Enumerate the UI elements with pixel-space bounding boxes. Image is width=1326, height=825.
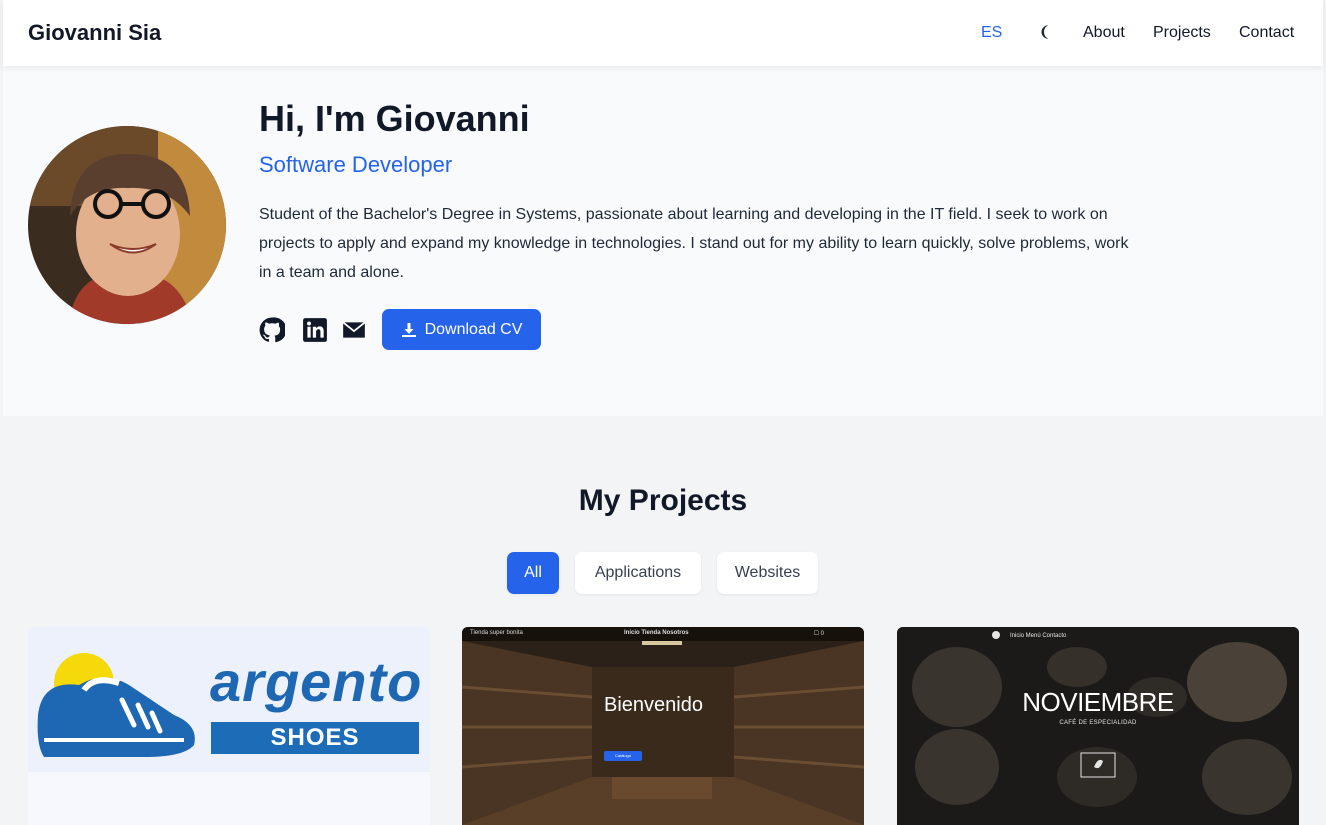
project-card-store[interactable]: Tienda super bonita Inicio Tienda Nosotr… xyxy=(462,627,864,825)
store-brand: Tienda super bonita xyxy=(470,630,523,636)
store-nav: Inicio Tienda Nosotros xyxy=(624,630,689,636)
hero-section: Hi, I'm Giovanni Software Developer Stud… xyxy=(3,66,1323,416)
cafe-title: NOVIEMBRE xyxy=(1022,687,1174,717)
store-cart: ☐ 0 xyxy=(813,631,824,637)
download-icon xyxy=(401,322,416,337)
download-cv-label: Download CV xyxy=(424,320,523,338)
filter-all-button[interactable]: All xyxy=(507,552,559,594)
store-screenshot-image xyxy=(462,627,864,825)
store-catalog-button: Catálogo xyxy=(604,751,642,761)
hero-bio: Student of the Bachelor's Degree in Syst… xyxy=(259,206,1129,281)
linkedin-icon[interactable] xyxy=(302,317,328,343)
projects-title: My Projects xyxy=(578,484,748,517)
nav-link-contact[interactable]: Contact xyxy=(1239,24,1294,42)
card-blur-area xyxy=(28,772,430,825)
download-cv-button[interactable]: Download CV xyxy=(382,309,541,350)
profile-avatar xyxy=(28,126,226,324)
project-card-cafe[interactable]: Inicio Menú Contacto NOVIEMBRE CAFÉ DE E… xyxy=(897,627,1299,825)
nav-link-about[interactable]: About xyxy=(1083,24,1125,42)
filter-applications-button[interactable]: Applications xyxy=(575,552,701,594)
shoes-logo-bar: SHOES xyxy=(211,722,419,754)
store-title: Bienvenido xyxy=(604,694,703,716)
filter-websites-button[interactable]: Websites xyxy=(717,552,818,594)
cafe-nav: Inicio Menú Contacto xyxy=(1010,633,1067,639)
shoe-logo-icon xyxy=(37,653,195,757)
project-card-argento[interactable]: argento SHOES xyxy=(28,627,430,825)
language-toggle[interactable]: ES xyxy=(981,24,1002,42)
moon-icon[interactable] xyxy=(1037,23,1055,41)
cafe-screenshot-image xyxy=(897,627,1299,825)
navbar: Giovanni Sia ES About Projects Contact xyxy=(3,0,1323,66)
site-brand[interactable]: Giovanni Sia xyxy=(28,20,161,46)
store-topbar: Tienda super bonita Inicio Tienda Nosotr… xyxy=(462,627,864,641)
nav-link-projects[interactable]: Projects xyxy=(1153,24,1211,42)
github-icon[interactable] xyxy=(259,317,285,343)
hero-role: Software Developer xyxy=(259,152,453,177)
hero-title: Hi, I'm Giovanni xyxy=(259,98,530,139)
argento-logo-text: argento xyxy=(210,650,423,713)
envelope-icon[interactable] xyxy=(341,317,367,343)
cafe-subtitle: CAFÉ DE ESPECIALIDAD xyxy=(1059,720,1137,726)
